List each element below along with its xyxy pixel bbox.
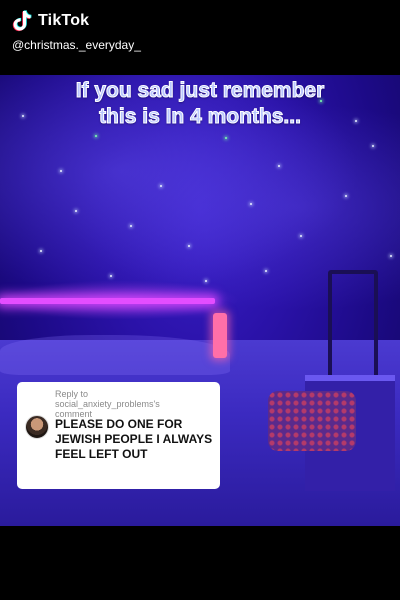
creator-handle[interactable]: @christmas._everyday_ [12,38,141,52]
pink-lamp [213,313,227,358]
star [300,235,302,237]
star [390,255,392,257]
star [160,185,162,187]
star [372,145,374,147]
video-caption: If you sad just remember this is In 4 mo… [0,78,400,130]
star [130,225,132,227]
led-strip [0,298,215,304]
bed-pillow-fold [0,335,230,375]
star [205,280,207,282]
reply-header: Reply to social_anxiety_problems's comme… [55,389,160,419]
star [110,275,112,277]
star [40,250,42,252]
logo-text: TikTok [38,12,90,29]
star [278,165,280,167]
reply-label: Reply to [55,389,89,399]
tiktok-note-icon [12,10,32,32]
top-bar: TikTok @christmas._everyday_ [0,0,400,75]
star [188,245,190,247]
caption-line-1: If you sad just remember [75,79,325,103]
star [225,137,227,139]
star [95,135,97,137]
reply-comment-text: PLEASE DO ONE FOR JEWISH PEOPLE I ALWAYS… [55,417,213,461]
star [265,270,267,272]
bottom-bar [0,526,400,600]
star [345,195,347,197]
star [250,203,252,205]
star [75,210,77,212]
star [60,170,62,172]
caption-line-2: this is In 4 months... [99,105,302,129]
leopard-pillow [268,391,356,451]
avatar [25,415,49,439]
reply-username: social_anxiety_problems's [55,399,160,409]
reply-comment-sticker[interactable]: Reply to social_anxiety_problems's comme… [17,382,220,489]
tiktok-logo: TikTok [12,10,89,32]
